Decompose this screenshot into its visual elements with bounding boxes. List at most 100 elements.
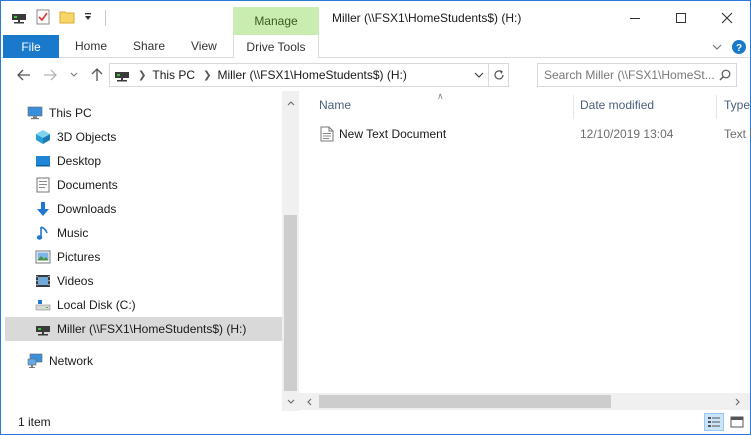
forward-arrow-icon [44, 69, 57, 81]
nav-item-label: 3D Objects [57, 130, 117, 144]
nav-item-desktop[interactable]: Desktop [35, 149, 275, 173]
text-file-icon [320, 126, 334, 145]
svg-text:?: ? [736, 43, 742, 54]
back-arrow-icon [17, 69, 30, 81]
expand-ribbon-button[interactable] [708, 38, 726, 56]
address-bar[interactable]: ❯ This PC ❯ Miller (\\FSX1\HomeStudents$… [109, 63, 509, 87]
window-title: Miller (\\FSX1\HomeStudents$) (H:) [332, 11, 522, 25]
chevron-up-icon [287, 100, 294, 105]
quick-access-toolbar [11, 9, 106, 27]
nav-item-label: This PC [49, 106, 92, 120]
ribbon-tabs: File Home Share View Drive Tools ? [1, 35, 750, 58]
details-view-icon [708, 417, 720, 427]
scroll-down-button[interactable] [282, 393, 299, 409]
customize-toolbar-chevron-icon[interactable] [83, 11, 93, 25]
help-icon: ? [732, 40, 746, 54]
pictures-icon [35, 249, 51, 265]
up-button[interactable] [88, 66, 106, 84]
nav-item-documents[interactable]: Documents [35, 173, 275, 197]
nav-item-music[interactable]: Music [35, 221, 275, 245]
toolbar-divider [105, 10, 106, 26]
up-arrow-icon [91, 68, 103, 81]
search-placeholder[interactable]: Search Miller (\\FSX1\HomeSt... [544, 68, 714, 82]
chevron-right-icon [735, 398, 740, 406]
large-icons-view-icon [730, 416, 744, 428]
navigation-pane-scrollbar[interactable] [282, 91, 299, 411]
table-row[interactable]: New Text Document 12/10/2019 13:04 Text … [317, 123, 751, 145]
file-list: ∧ Name Date modified Type New Text Docum… [299, 91, 751, 411]
desktop-icon [35, 153, 51, 169]
scrollbar-thumb[interactable] [319, 395, 611, 408]
nav-item-label: Desktop [57, 154, 102, 168]
minimize-icon [630, 18, 640, 19]
tab-view[interactable]: View [191, 39, 217, 53]
nav-item-label: Videos [57, 274, 94, 288]
scroll-up-button[interactable] [282, 95, 299, 111]
navigation-pane: This PC 3D Objects Desktop Documents Dow… [1, 91, 299, 411]
refresh-icon [493, 70, 504, 80]
tab-share[interactable]: Share [133, 39, 165, 53]
documents-icon [35, 177, 51, 193]
column-header-type[interactable]: Type [724, 91, 750, 119]
chevron-down-icon [712, 44, 722, 50]
column-divider[interactable] [573, 95, 574, 119]
nav-item-3d-objects[interactable]: 3D Objects [35, 125, 275, 149]
3d-objects-icon [35, 129, 51, 145]
scroll-right-button[interactable] [729, 394, 746, 410]
recent-locations-button[interactable] [65, 66, 83, 84]
tab-home[interactable]: Home [75, 39, 107, 53]
network-icon [27, 353, 43, 369]
nav-item-label: Music [57, 226, 89, 240]
tab-file[interactable]: File [3, 35, 59, 58]
nav-item-local-disk[interactable]: Local Disk (C:) [35, 293, 275, 317]
nav-item-label: Miller (\\FSX1\HomeStudents$) (H:) [57, 322, 247, 336]
nav-item-label: Local Disk (C:) [57, 298, 136, 312]
nav-item-label: Pictures [57, 250, 101, 264]
breadcrumb-this-pc[interactable]: This PC [152, 68, 195, 82]
tab-drive-tools[interactable]: Drive Tools [233, 35, 319, 58]
breadcrumb-current-drive[interactable]: Miller (\\FSX1\HomeStudents$) (H:) [217, 68, 406, 82]
close-icon [721, 12, 733, 24]
new-folder-icon[interactable] [59, 9, 75, 28]
search-icon[interactable] [714, 69, 736, 81]
help-button[interactable]: ? [730, 38, 748, 56]
properties-icon[interactable] [35, 9, 51, 28]
nav-item-pictures[interactable]: Pictures [35, 245, 275, 269]
scrollbar-thumb[interactable] [284, 215, 297, 391]
scroll-left-button[interactable] [301, 394, 318, 410]
nav-item-label: Network [49, 354, 94, 368]
nav-item-videos[interactable]: Videos [35, 269, 275, 293]
title-bar: Manage Miller (\\FSX1\HomeStudents$) (H:… [1, 1, 750, 35]
close-button[interactable] [704, 1, 750, 35]
large-icons-view-button[interactable] [727, 413, 747, 431]
downloads-icon [35, 201, 51, 217]
forward-button[interactable] [41, 66, 59, 84]
nav-item-this-pc[interactable]: This PC [27, 101, 277, 125]
file-name: New Text Document [339, 127, 447, 141]
item-count: 1 item [18, 415, 51, 429]
breadcrumb-chevron-icon[interactable]: ❯ [203, 70, 211, 81]
chevron-down-icon [474, 72, 484, 78]
tab-manage[interactable]: Manage [233, 7, 319, 35]
status-bar: 1 item [1, 411, 750, 434]
network-drive-icon [35, 321, 51, 337]
file-type: Text D [724, 127, 751, 141]
network-drive-icon [114, 68, 130, 82]
nav-item-network[interactable]: Network [27, 349, 277, 373]
breadcrumb-chevron-icon[interactable]: ❯ [138, 70, 146, 81]
address-history-button[interactable] [471, 67, 487, 83]
chevron-left-icon [307, 398, 312, 406]
column-header-date-modified[interactable]: Date modified [580, 91, 716, 119]
chevron-down-icon [287, 399, 294, 404]
details-view-button[interactable] [704, 413, 724, 431]
nav-item-downloads[interactable]: Downloads [35, 197, 275, 221]
column-divider[interactable] [716, 95, 717, 119]
minimize-button[interactable] [612, 1, 658, 35]
column-header-name[interactable]: Name [319, 91, 573, 119]
back-button[interactable] [15, 66, 33, 84]
nav-item-network-drive[interactable]: Miller (\\FSX1\HomeStudents$) (H:) [5, 317, 282, 341]
search-box[interactable]: Search Miller (\\FSX1\HomeSt... [537, 63, 737, 87]
maximize-button[interactable] [658, 1, 704, 35]
refresh-button[interactable] [488, 64, 508, 86]
horizontal-scrollbar[interactable] [299, 393, 750, 410]
